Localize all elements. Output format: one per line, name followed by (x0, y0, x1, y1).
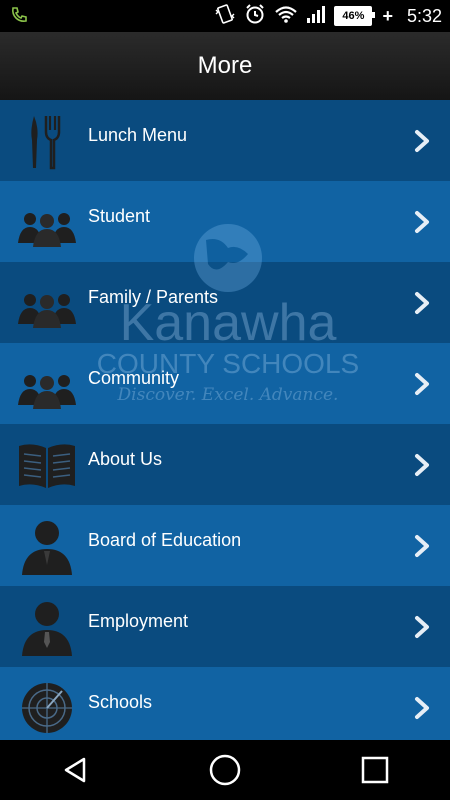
clock: 5:32 (406, 5, 442, 26)
book-icon (16, 434, 78, 496)
menu-item-label: Family / Parents (88, 287, 219, 307)
chevron-right-icon (412, 534, 432, 558)
menu-item-community[interactable]: Community (0, 343, 450, 424)
chevron-right-icon (412, 615, 432, 639)
chevron-right-icon (412, 129, 432, 153)
radar-icon (16, 677, 78, 739)
person-tie-icon (16, 596, 78, 658)
menu-item-label: About Us (88, 449, 163, 469)
menu-item-student[interactable]: Student (0, 181, 450, 262)
menu-item-label: Community (88, 368, 180, 388)
menu-item-lunch-menu[interactable]: Lunch Menu (0, 100, 450, 181)
home-icon[interactable] (195, 740, 255, 800)
chevron-right-icon (412, 372, 432, 396)
status-bar: 46% + 5:32 (0, 0, 450, 32)
menu-item-employment[interactable]: Employment (0, 586, 450, 667)
signal-icon (306, 4, 326, 29)
group-icon (16, 191, 78, 253)
page-title: More (197, 52, 253, 79)
wifi-icon (274, 4, 298, 29)
recents-icon[interactable] (345, 740, 405, 800)
charging-indicator: + (382, 5, 393, 26)
vibrate-icon (214, 3, 236, 29)
alarm-icon (244, 3, 266, 30)
menu-item-about-us[interactable]: About Us (0, 424, 450, 505)
menu-item-board-of-education[interactable]: Board of Education (0, 505, 450, 586)
menu-item-label: Schools (88, 692, 153, 712)
menu-item-label: Employment (88, 611, 189, 631)
chevron-right-icon (412, 696, 432, 720)
menu-list: Lunch Menu Student Family / Parents Comm… (0, 100, 450, 740)
chevron-right-icon (412, 453, 432, 477)
back-icon[interactable] (45, 740, 105, 800)
menu-item-label: Student (88, 206, 151, 226)
app-header: More (0, 32, 450, 102)
menu-item-label: Board of Education (88, 530, 242, 550)
menu-item-family-parents[interactable]: Family / Parents (0, 262, 450, 343)
menu-item-schools[interactable]: Schools (0, 667, 450, 740)
person-icon (16, 515, 78, 577)
group-icon (16, 353, 78, 415)
group-icon (16, 272, 78, 334)
system-nav-bar (0, 740, 450, 800)
chevron-right-icon (412, 291, 432, 315)
chevron-right-icon (412, 210, 432, 234)
phone-call-icon (10, 6, 28, 29)
battery-icon: 46% (334, 6, 376, 26)
fork-knife-icon (16, 110, 78, 172)
menu-item-label: Lunch Menu (88, 125, 188, 145)
